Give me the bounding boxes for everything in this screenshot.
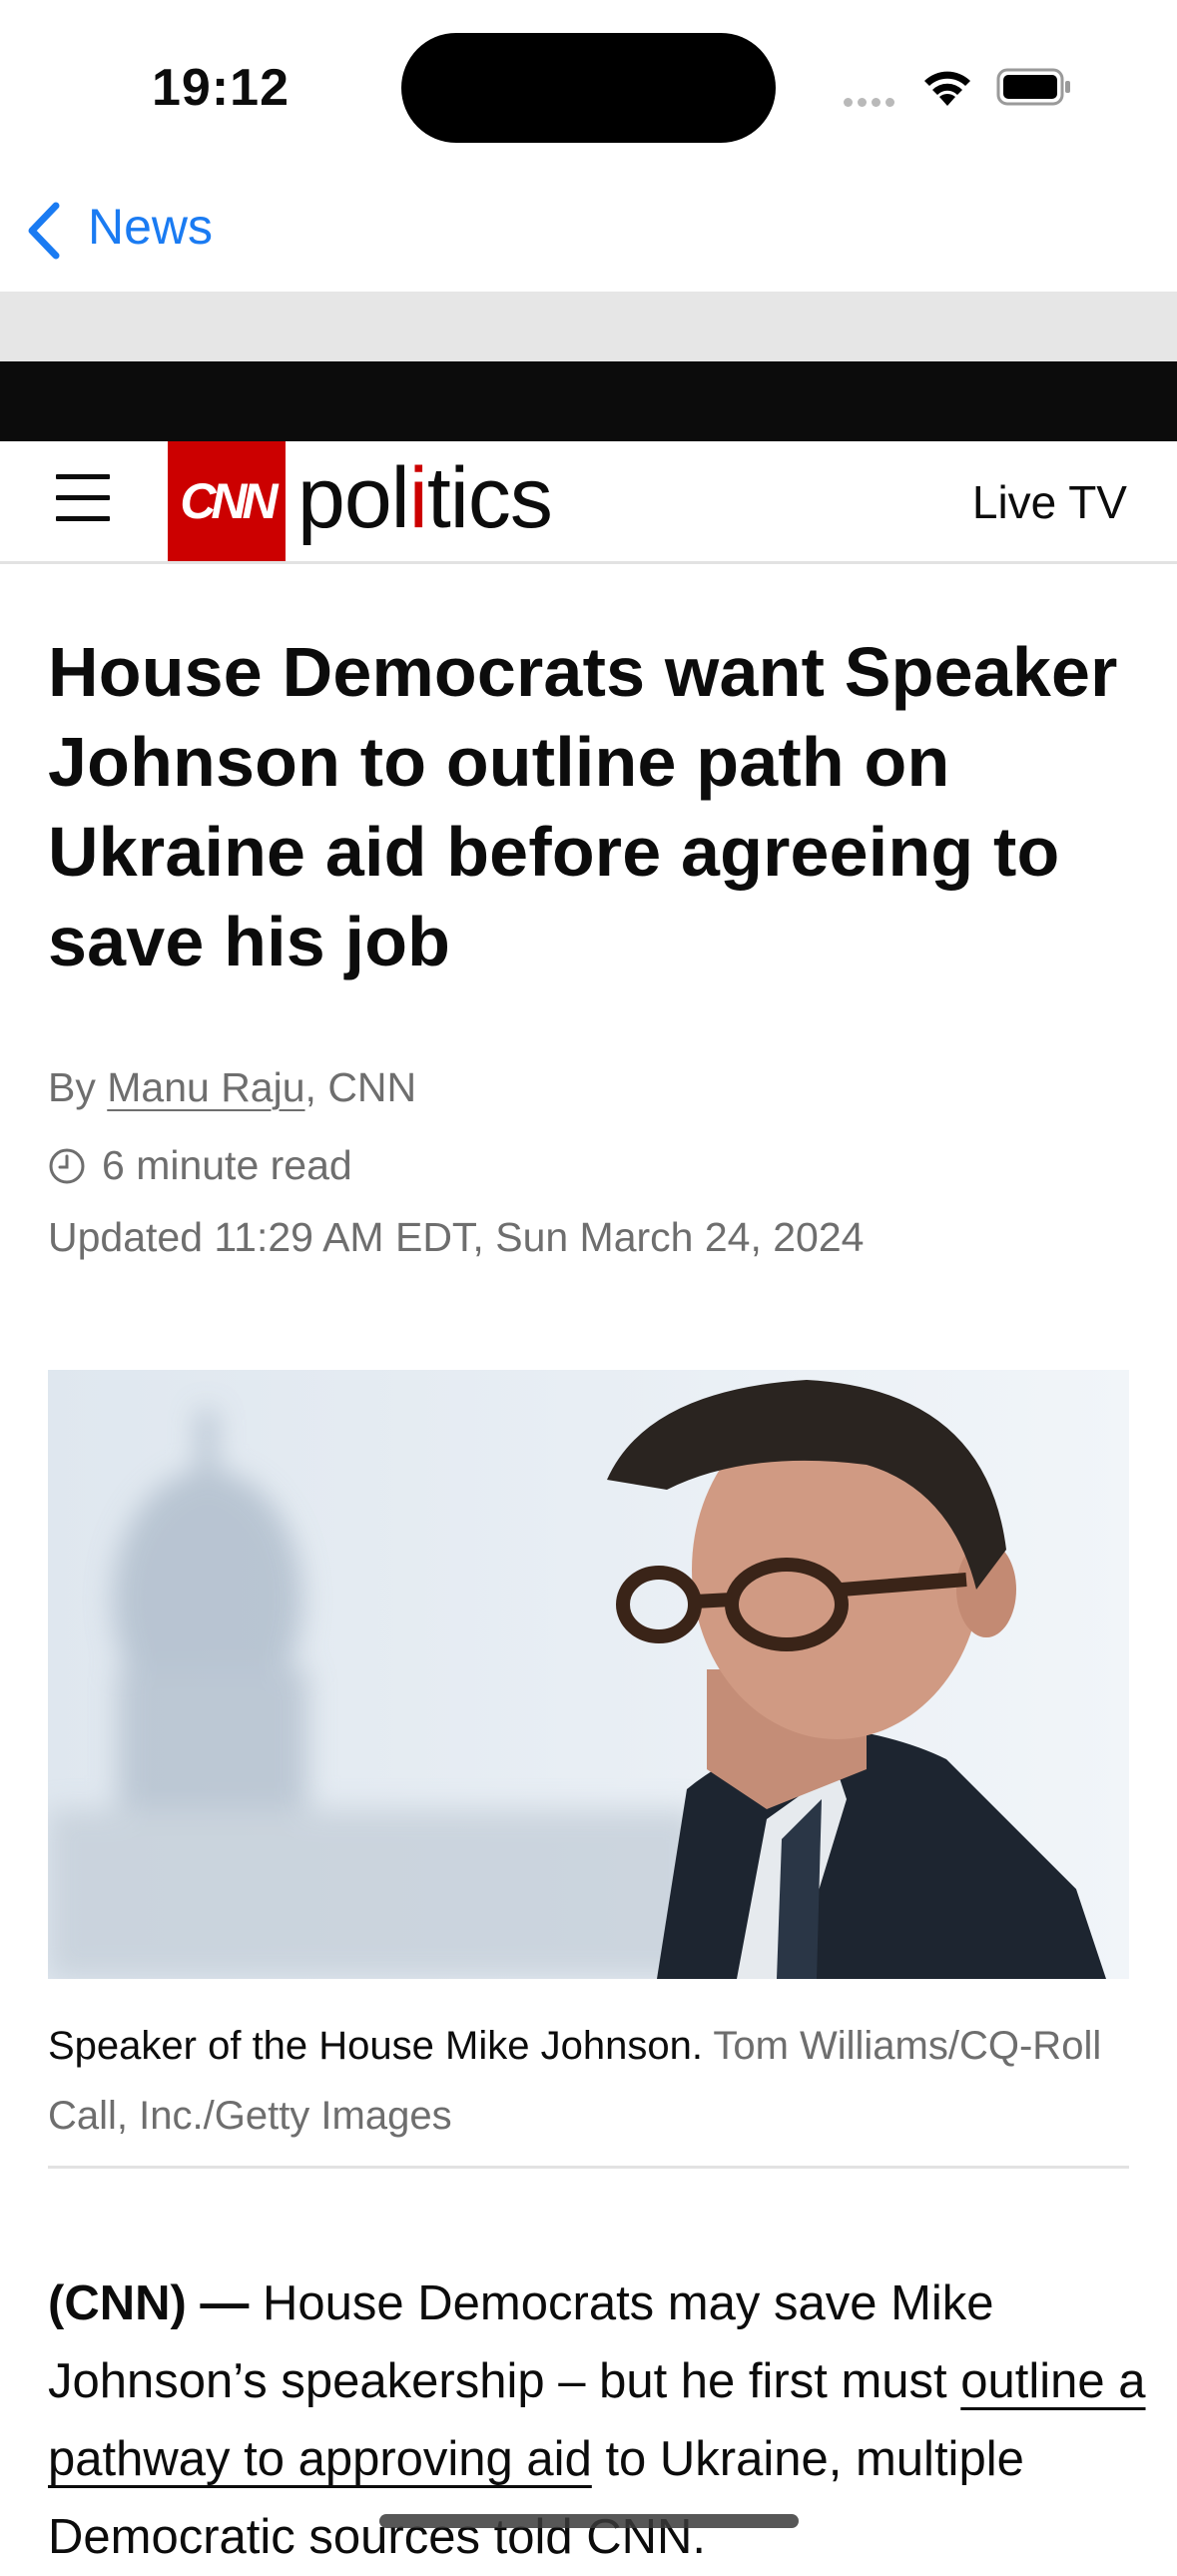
article-body: (CNN) — House Democrats may save Mike Jo… [48, 2264, 1146, 2576]
cnn-logo[interactable]: CNN [168, 441, 286, 561]
caption-text: Speaker of the House Mike Johnson. [48, 2024, 703, 2068]
hamburger-menu-icon[interactable] [56, 474, 110, 522]
photo-caption: Speaker of the House Mike Johnson. Tom W… [48, 2011, 1129, 2151]
byline-prefix: By [48, 1064, 108, 1110]
home-indicator[interactable] [379, 2514, 799, 2528]
back-button[interactable]: News [88, 198, 213, 256]
site-header: CNN politics Live TV [0, 441, 1177, 564]
chevron-left-icon[interactable] [24, 200, 64, 262]
dynamic-island [401, 33, 776, 143]
clock-icon [49, 1148, 85, 1183]
cellular-signal-icon [844, 94, 899, 112]
article-photo[interactable] [48, 1370, 1129, 1979]
section-title[interactable]: politics [297, 449, 553, 548]
dateline: (CNN) — [48, 2276, 250, 2330]
battery-icon [996, 68, 1070, 106]
ad-placeholder [0, 292, 1177, 361]
byline: By Manu Raju, CNN [48, 1064, 416, 1111]
status-bar: 19:12 [0, 0, 1177, 170]
top-banner [0, 361, 1177, 441]
divider [48, 2166, 1129, 2169]
live-tv-link[interactable]: Live TV [972, 475, 1127, 529]
article-headline: House Democrats want Speaker Johnson to … [48, 633, 1118, 980]
byline-suffix: , CNN [304, 1064, 417, 1110]
updated-timestamp: Updated 11:29 AM EDT, Sun March 24, 2024 [48, 1214, 865, 1260]
navigation-bar: News [0, 170, 1177, 292]
author-link[interactable]: Manu Raju [107, 1064, 304, 1110]
wifi-icon [924, 71, 970, 106]
read-time: 6 minute read [48, 1142, 352, 1189]
status-time: 19:12 [152, 59, 290, 117]
read-time-text: 6 minute read [102, 1142, 352, 1188]
